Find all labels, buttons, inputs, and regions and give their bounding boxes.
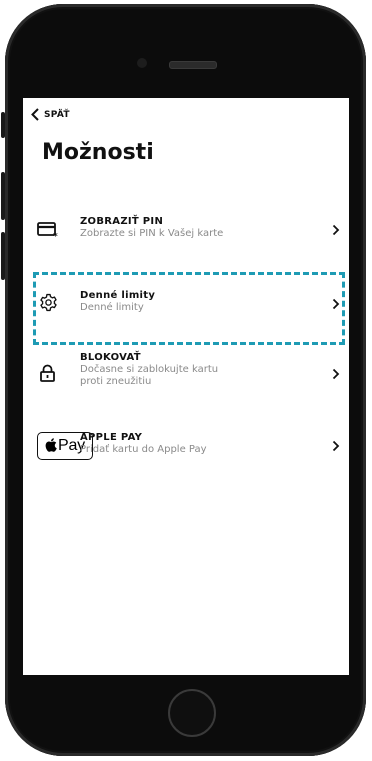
option-title: APPLE PAY [80, 432, 143, 443]
chevron-right-icon [332, 440, 340, 452]
chevron-right-icon [332, 224, 340, 236]
option-title: Denné limity [80, 290, 156, 301]
home-button[interactable] [168, 689, 216, 737]
option-subtitle: Dočasne si zablokujte kartu proti zneuži… [80, 364, 219, 387]
svg-text:*: * [53, 232, 58, 240]
option-apple-pay[interactable]: Pay APPLE PAY Pridať kartu do Apple Pay [23, 432, 349, 472]
speaker-grille [169, 61, 217, 69]
option-subtitle: Denné limity [80, 302, 144, 313]
option-subtitle: Pridať kartu do Apple Pay [80, 444, 207, 455]
apple-logo-icon [45, 438, 57, 452]
mute-switch [1, 112, 5, 138]
back-label: SPÄŤ [44, 109, 70, 120]
chevron-right-icon [332, 298, 340, 310]
option-text: Denné limity Denné limity [80, 290, 310, 314]
option-title: BLOKOVAŤ [80, 352, 141, 363]
chevron-right-icon [332, 368, 340, 380]
option-daily-limits[interactable]: Denné limity Denné limity [23, 290, 349, 326]
app-screen: SPÄŤ Možnosti * ZOBRAZIŤ PIN Zobrazte si… [23, 98, 349, 675]
option-text: ZOBRAZIŤ PIN Zobrazte si PIN k Vašej kar… [80, 216, 310, 240]
option-show-pin[interactable]: * ZOBRAZIŤ PIN Zobrazte si PIN k Vašej k… [23, 216, 349, 256]
lock-icon [40, 364, 55, 382]
option-title: ZOBRAZIŤ PIN [80, 216, 164, 227]
back-button[interactable]: SPÄŤ [31, 108, 70, 121]
card-pin-icon: * [37, 222, 58, 240]
option-text: BLOKOVAŤ Dočasne si zablokujte kartu pro… [80, 352, 310, 388]
volume-up-button [1, 172, 5, 220]
option-block-card[interactable]: BLOKOVAŤ Dočasne si zablokujte kartu pro… [23, 352, 349, 400]
chevron-left-icon [31, 108, 39, 121]
option-subtitle: Zobrazte si PIN k Vašej karte [80, 228, 224, 239]
volume-down-button [1, 232, 5, 280]
page-title: Možnosti [42, 140, 154, 165]
gear-icon [40, 293, 57, 312]
option-text: APPLE PAY Pridať kartu do Apple Pay [80, 432, 310, 456]
front-camera [137, 58, 147, 68]
